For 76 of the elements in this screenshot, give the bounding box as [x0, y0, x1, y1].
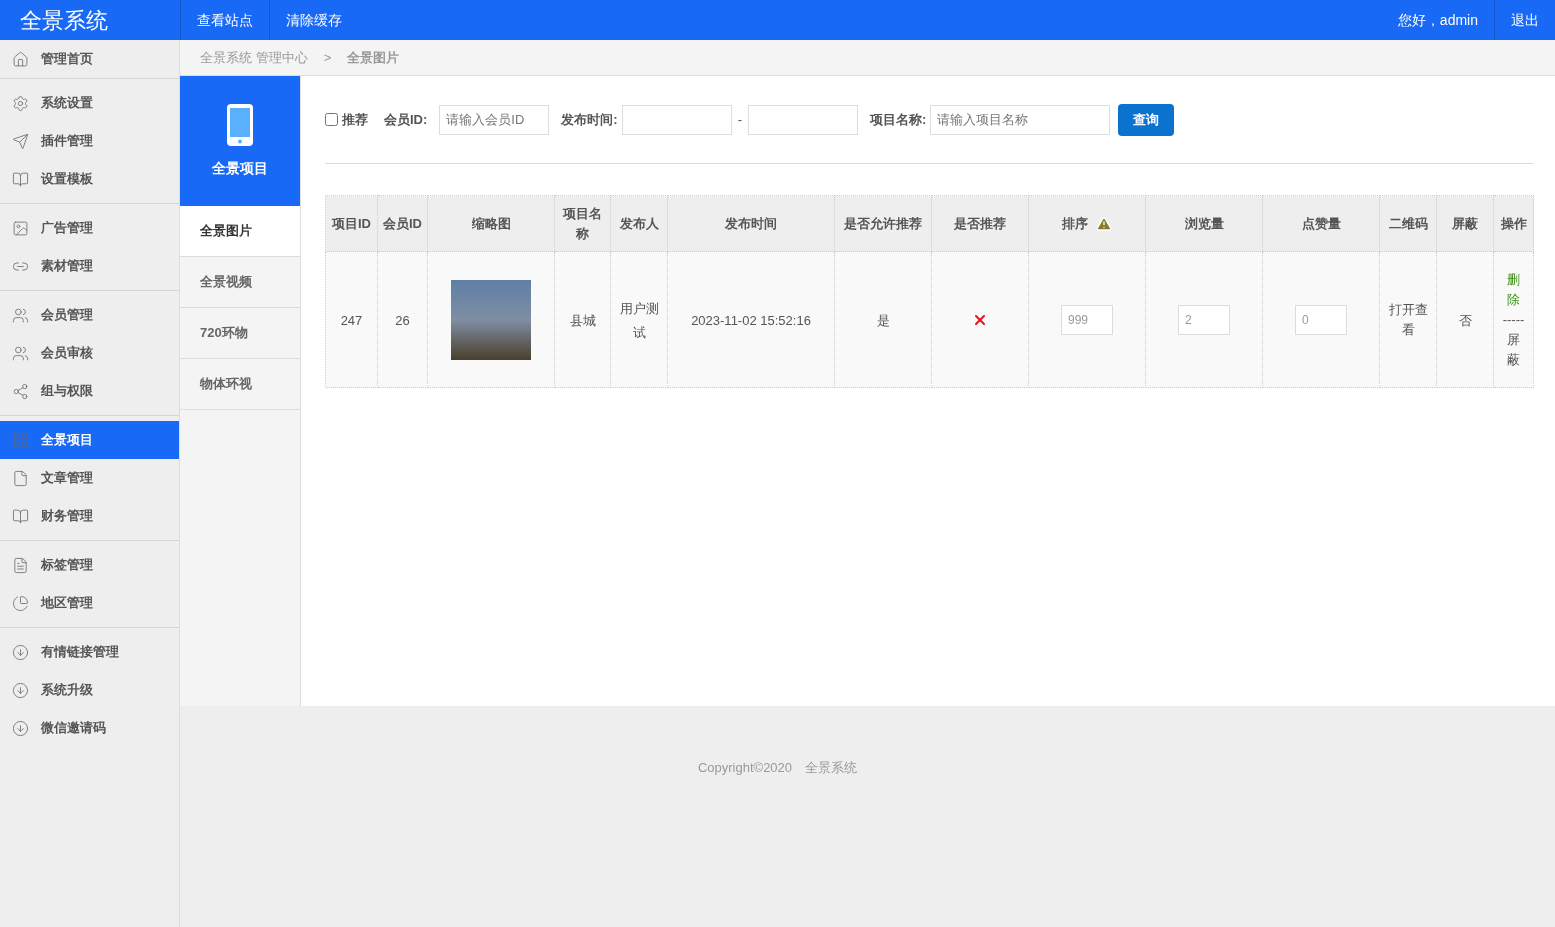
- paper-plane-icon: [12, 132, 29, 150]
- query-button[interactable]: 查询: [1118, 103, 1175, 136]
- home-icon: [12, 50, 29, 68]
- book-icon: [12, 507, 29, 525]
- cell-text: 是: [876, 312, 890, 328]
- sidebar-item[interactable]: 系统升级: [0, 671, 179, 709]
- logo-text: 全景系统: [20, 6, 108, 35]
- submenu-title: 全景项目: [212, 158, 268, 178]
- sidebar-item[interactable]: 会员管理: [0, 296, 179, 334]
- end-date-field[interactable]: [748, 104, 859, 135]
- sidebar-item[interactable]: 全景项目: [0, 421, 179, 459]
- grid-icon: [12, 431, 29, 449]
- picture-icon: [12, 219, 29, 237]
- sidebar-item[interactable]: 文章管理: [0, 459, 179, 497]
- cell-text: 247: [340, 312, 363, 328]
- member-id-label: 会员ID:: [384, 110, 428, 129]
- sidebar-item[interactable]: 标签管理: [0, 546, 179, 584]
- copyright-text: Copyright©2020 全景系统: [697, 759, 858, 777]
- separator-text: -----: [1501, 310, 1526, 329]
- column-header: 屏蔽: [1452, 214, 1478, 233]
- pie-chart-icon: [12, 594, 29, 612]
- greeting-text: 您好，admin: [1396, 10, 1479, 30]
- column-header: 是否推荐: [954, 214, 1006, 233]
- phone-icon: [227, 103, 253, 146]
- column-header: 排序: [1062, 214, 1088, 233]
- sidebar-item[interactable]: 管理首页: [0, 40, 179, 78]
- sidebar-item[interactable]: 素材管理: [0, 247, 179, 285]
- cell-text: 用户测试: [619, 300, 659, 340]
- column-header: 浏览量: [1184, 214, 1224, 233]
- recommend-checkbox[interactable]: [325, 113, 338, 126]
- cell-text: 2023-11-02 15:52:16: [691, 312, 811, 328]
- start-date-field[interactable]: [621, 104, 732, 135]
- column-header: 缩略图: [471, 214, 511, 233]
- breadcrumb-separator: >: [323, 48, 332, 67]
- member-id-field[interactable]: 请输入会员ID: [439, 104, 550, 135]
- document-icon: [12, 469, 29, 487]
- column-header: 发布时间: [725, 214, 777, 233]
- submenu-item[interactable]: 全景图片: [180, 206, 300, 257]
- project-name-label: 项目名称:: [870, 110, 927, 129]
- column-header: 会员ID: [383, 214, 422, 233]
- recommend-label: 推荐: [342, 110, 368, 129]
- list-document-icon: [12, 556, 29, 574]
- block-link[interactable]: 屏蔽: [1506, 329, 1521, 370]
- breadcrumb-current: 全景图片: [347, 48, 400, 67]
- column-header: 项目ID: [332, 214, 371, 233]
- sidebar-item[interactable]: 组与权限: [0, 372, 179, 410]
- sidebar-item[interactable]: 插件管理: [0, 122, 179, 160]
- download-icon: [12, 643, 29, 661]
- sidebar-item[interactable]: 系统设置: [0, 84, 179, 122]
- sidebar-item[interactable]: 会员审核: [0, 334, 179, 372]
- column-header: 点赞量: [1301, 214, 1341, 233]
- sidebar-item[interactable]: 广告管理: [0, 209, 179, 247]
- sidebar-item[interactable]: 有情链接管理: [0, 633, 179, 671]
- users-icon: [12, 344, 29, 362]
- sidebar-item[interactable]: 微信邀请码: [0, 709, 179, 747]
- column-header: 二维码: [1388, 214, 1428, 233]
- download-icon: [12, 681, 29, 699]
- sidebar-item[interactable]: 财务管理: [0, 497, 179, 535]
- settings-icon: [12, 94, 29, 112]
- book-icon: [12, 170, 29, 188]
- cell-text: 县城: [569, 312, 596, 328]
- sidebar-item[interactable]: 设置模板: [0, 160, 179, 198]
- column-header: 是否允许推荐: [844, 214, 922, 233]
- delete-link[interactable]: 删除: [1506, 269, 1521, 310]
- share-icon: [12, 382, 29, 400]
- column-header: 项目名称: [561, 204, 603, 243]
- download-icon: [12, 719, 29, 737]
- cell-text: 否: [1458, 312, 1472, 328]
- project-name-field[interactable]: 请输入项目名称: [930, 104, 1111, 135]
- date-separator: -: [737, 110, 743, 129]
- sidebar-item[interactable]: 地区管理: [0, 584, 179, 622]
- publish-time-label: 发布时间:: [561, 110, 618, 129]
- column-header: 发布人: [619, 214, 659, 233]
- users-icon: [12, 306, 29, 324]
- column-header: 操作: [1500, 214, 1527, 233]
- cell-text: 26: [395, 312, 410, 328]
